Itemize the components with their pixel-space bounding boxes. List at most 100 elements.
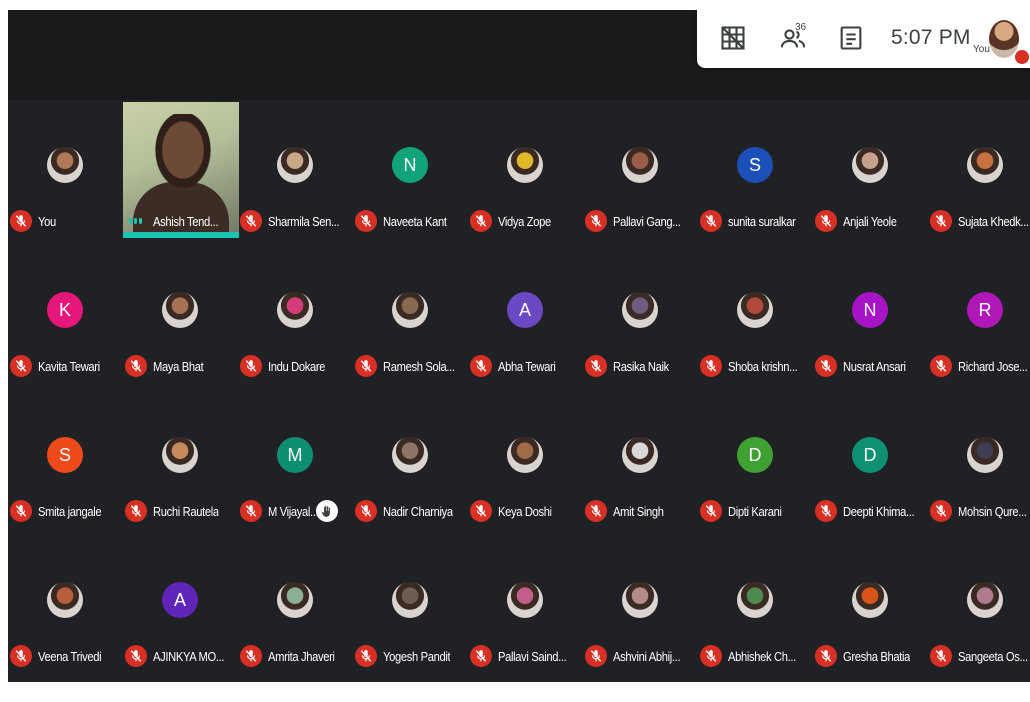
participants-icon[interactable]: 36 [779,22,807,52]
avatar-photo [392,582,428,618]
participant-name-row: Amrita Jhaveri [240,645,353,667]
participant-avatar [852,582,888,618]
participant-tile[interactable]: N Nusrat Ansari [813,245,928,390]
participant-tile[interactable]: S Smita jangale [8,390,123,535]
mic-off-icon [815,210,837,232]
participant-tile[interactable]: Yogesh Pandit [353,535,468,680]
participant-avatar [392,582,428,618]
participant-name: Rasika Naik [613,358,669,374]
participant-tile[interactable]: N Naveeta Kant [353,100,468,245]
participant-tile[interactable]: Amrita Jhaveri [238,535,353,680]
participant-name-row: Yogesh Pandit [355,645,468,667]
participant-name: Anjali Yeole [843,213,897,229]
mic-off-icon [700,645,722,667]
participant-tile[interactable]: M M Vijayal... [238,390,353,535]
participant-tile[interactable]: Maya Bhat [123,245,238,390]
mic-off-icon [585,500,607,522]
participant-name: Gresha Bhatia [843,648,910,664]
participant-tile[interactable]: Pallavi Saind... [468,535,583,680]
participant-tile[interactable]: Rasika Naik [583,245,698,390]
participant-tile[interactable]: Indu Dokare [238,245,353,390]
participant-tile[interactable]: Ruchi Rautela [123,390,238,535]
participant-name-row: Indu Dokare [240,355,353,377]
meeting-grid: 36 5:07 PM You You Ashish Tend... Sharmila… [8,10,1030,682]
participant-tile[interactable]: Sharmila Sen... [238,100,353,245]
participant-avatar [277,147,313,183]
mic-off-icon [815,355,837,377]
participant-tile[interactable]: Ramesh Sola... [353,245,468,390]
avatar-photo [162,292,198,328]
mic-off-icon [700,355,722,377]
avatar-photo [47,147,83,183]
participant-avatar [47,147,83,183]
avatar-initial: D [863,444,877,465]
participant-name-row: Vidya Zope [470,210,583,232]
mic-off-icon [470,355,492,377]
participant-tile[interactable]: Nadir Charniya [353,390,468,535]
avatar-initial: R [978,299,992,320]
participant-name: You [38,213,56,229]
participant-tile[interactable]: Ashvini Abhij... [583,535,698,680]
participant-tile[interactable]: Ashish Tend... [123,100,239,245]
participant-tile[interactable]: Abhishek Ch... [698,535,813,680]
participant-name: Amrita Jhaveri [268,648,335,664]
participant-tile[interactable]: Anjali Yeole [813,100,928,245]
participant-name: Indu Dokare [268,358,326,374]
participant-video[interactable]: Ashish Tend... [123,102,239,238]
mic-off-icon [585,355,607,377]
participant-avatar [507,147,543,183]
avatar-photo [507,437,543,473]
avatar-initial: N [403,154,417,175]
participant-avatar: N [392,147,428,183]
mic-off-icon [355,645,377,667]
participant-tile[interactable]: Sujata Khedk... [928,100,1030,245]
participant-name-row: Ruchi Rautela [125,500,238,522]
participant-name: Pallavi Saind... [498,648,567,664]
mic-off-icon [125,645,147,667]
speaking-indicator-icon [129,212,147,230]
participant-name-row: Kavita Tewari [10,355,123,377]
participant-tile[interactable]: Keya Doshi [468,390,583,535]
avatar-photo [277,147,313,183]
mic-off-icon [470,210,492,232]
self-avatar[interactable] [989,20,1019,58]
avatar-photo [622,437,658,473]
avatar-initial: D [748,444,762,465]
mic-off-icon [815,645,837,667]
grid-layout-icon[interactable] [719,24,747,52]
avatar-photo [852,147,888,183]
participant-tile[interactable]: Mohsin Qure... [928,390,1030,535]
participant-tile[interactable]: D Deepti Khima... [813,390,928,535]
participant-tile[interactable]: Pallavi Gang... [583,100,698,245]
chat-icon[interactable] [837,24,865,52]
avatar-photo [737,582,773,618]
mic-off-icon [355,500,377,522]
participant-tile[interactable]: K Kavita Tewari [8,245,123,390]
participant-tile[interactable]: You [8,100,123,245]
mic-off-icon [930,645,952,667]
participant-tile[interactable]: A AJINKYA MO... [123,535,238,680]
mic-off-icon [125,500,147,522]
participant-tile[interactable]: D Dipti Karani [698,390,813,535]
participant-name-row: Keya Doshi [470,500,583,522]
participant-tile[interactable]: R Richard Jose... [928,245,1030,390]
participant-name-row: Rasika Naik [585,355,698,377]
participant-tile[interactable]: Ssunita suralkar [698,100,813,245]
avatar-initial: A [518,299,531,320]
participant-name: Shoba krishn... [728,358,798,374]
participant-name-row: Pallavi Saind... [470,645,583,667]
mic-off-icon [930,355,952,377]
avatar-photo [47,582,83,618]
participant-tile[interactable]: Shoba krishn... [698,245,813,390]
participant-name-row: Sujata Khedk... [930,210,1030,232]
mic-off-icon [355,210,377,232]
participant-tile[interactable]: Gresha Bhatia [813,535,928,680]
participant-tile[interactable]: Amit Singh [583,390,698,535]
participant-tile[interactable]: Sangeeta Os... [928,535,1030,680]
self-muted-indicator [1015,50,1029,64]
participant-tile[interactable]: A Abha Tewari [468,245,583,390]
participant-tile[interactable]: Vidya Zope [468,100,583,245]
mic-off-icon [10,210,32,232]
participant-name-row: You [10,210,123,232]
participant-tile[interactable]: Veena Trivedi [8,535,123,680]
